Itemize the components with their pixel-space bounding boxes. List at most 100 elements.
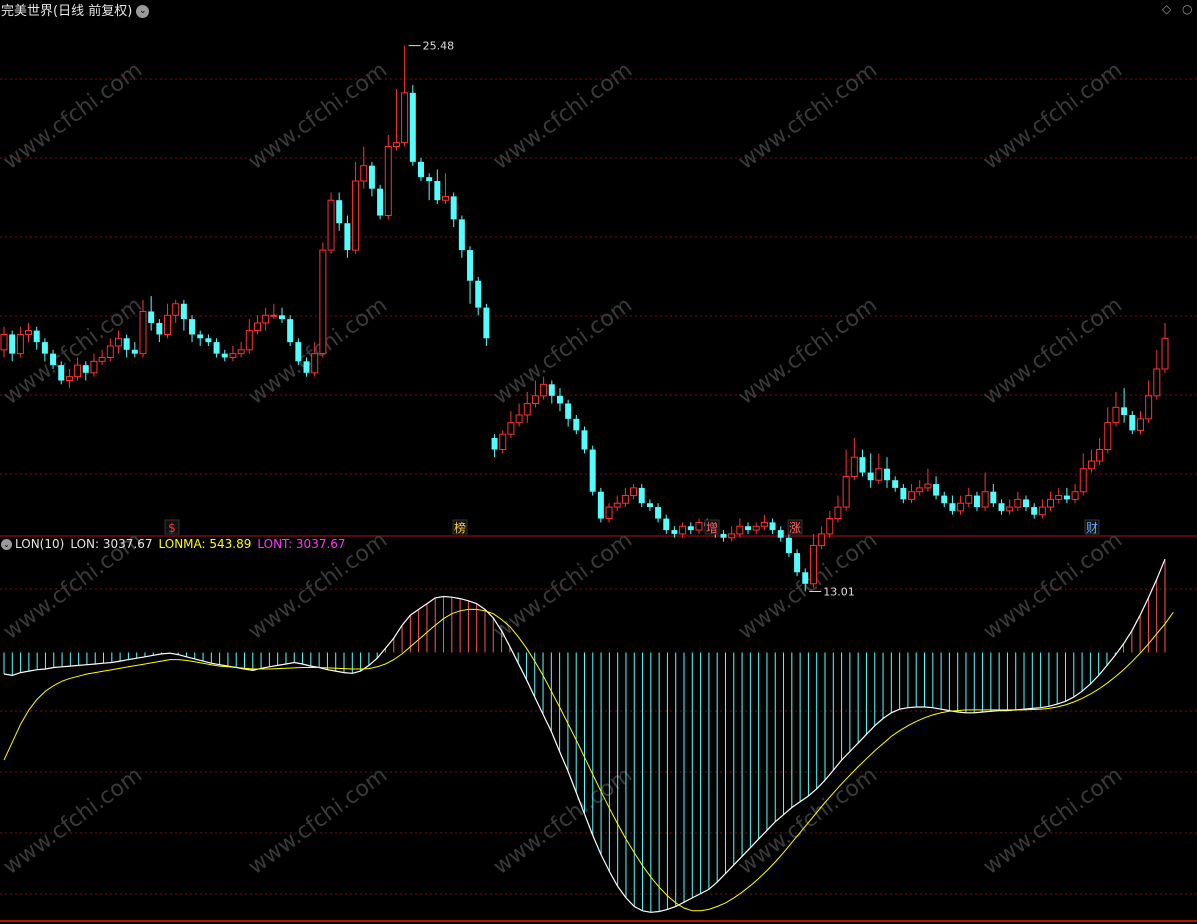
- candle-body-down: [58, 365, 65, 381]
- candle-body-up: [392, 142, 400, 148]
- candle-body-up: [908, 491, 916, 500]
- watermark-text: www.cfchi.com: [0, 763, 147, 880]
- lonma-value: LONMA: 543.89: [158, 537, 252, 551]
- candle-body-up: [1014, 498, 1022, 508]
- candle-body-down: [483, 307, 490, 339]
- candle-body-up: [253, 322, 261, 332]
- candle-body-up: [679, 525, 687, 535]
- candle-body-down: [458, 219, 465, 251]
- candle-body-up: [442, 195, 450, 201]
- candle-body-down: [278, 315, 285, 320]
- candle-body-down: [663, 518, 670, 531]
- candle-body-down: [205, 338, 212, 343]
- candle-body-up: [311, 353, 319, 374]
- marker-label: 涨: [789, 520, 801, 535]
- candle-body-down: [785, 537, 792, 554]
- candlestick-series: [0, 45, 1169, 592]
- candle-body-down: [933, 484, 940, 496]
- candle-body-up: [401, 92, 409, 144]
- candle-body-down: [589, 449, 596, 492]
- indicator-name[interactable]: LON(10): [15, 537, 64, 551]
- candle-body-up: [605, 506, 613, 520]
- watermark-text: www.cfchi.com: [489, 293, 637, 410]
- stock-chart: www.cfchi.com www.cfchi.com www.cfchi.com w…: [0, 40, 1197, 922]
- candle-body-up: [319, 249, 327, 355]
- candle-body-down: [794, 553, 801, 573]
- diamond-icon[interactable]: ◇: [1162, 2, 1171, 16]
- candle-body-down: [450, 196, 457, 220]
- candle-body-down: [41, 342, 48, 354]
- candle-body-down: [655, 507, 662, 519]
- candle-body-up: [0, 333, 8, 351]
- indicator-legend: ⌄ LON(10) LON: 3037.67 LONMA: 543.89 LONT: 3…: [1, 537, 352, 551]
- watermark-text: www.cfchi.com: [734, 293, 882, 410]
- candle-body-down: [745, 526, 752, 531]
- candle-body-up: [1096, 449, 1104, 462]
- candle-body-down: [859, 457, 866, 473]
- candle-body-down: [336, 200, 343, 224]
- candle-body-down: [213, 342, 220, 354]
- candle-body-up: [728, 533, 736, 539]
- candle-body-up: [531, 395, 539, 405]
- watermark-text: www.cfchi.com: [734, 58, 882, 175]
- candle-body-down: [123, 338, 130, 350]
- candle-body-down: [565, 403, 572, 419]
- candle-body-down: [973, 495, 980, 508]
- candle-body-up: [65, 376, 73, 381]
- candle-body-down: [638, 487, 645, 504]
- candle-body-up: [834, 506, 842, 520]
- chevron-down-icon[interactable]: ⌄: [136, 5, 150, 18]
- candle-body-down: [9, 334, 16, 354]
- watermark-text: www.cfchi.com: [244, 58, 392, 175]
- candle-body-down: [900, 487, 907, 500]
- candle-body-up: [965, 495, 973, 504]
- candle-body-down: [687, 526, 694, 531]
- marker-label: 财: [1086, 521, 1098, 535]
- candle-body-up: [924, 483, 932, 489]
- watermark-text: www.cfchi.com: [979, 763, 1127, 880]
- candle-body-down: [1063, 495, 1070, 500]
- candle-body-down: [941, 495, 948, 504]
- candle-body-down: [990, 491, 997, 504]
- candle-body-up: [1079, 468, 1087, 493]
- candle-body-up: [515, 414, 523, 424]
- candle-body-up: [1104, 422, 1112, 451]
- candle-body-down: [148, 311, 155, 323]
- marker-label: $: [168, 521, 176, 535]
- candle-body-down: [597, 491, 604, 519]
- candle-body-up: [1055, 495, 1063, 500]
- marker-label: 增: [706, 521, 718, 535]
- indicator-settings-icon[interactable]: ⌄: [1, 539, 12, 550]
- annotation-high: 25.48: [423, 40, 455, 53]
- candle-body-up: [245, 330, 253, 351]
- candle-body-up: [1153, 368, 1161, 397]
- lon-value: LON: 3037.67: [70, 537, 153, 551]
- candle-body-up: [16, 333, 24, 355]
- candle-body-down: [368, 165, 375, 189]
- watermark-text: www.cfchi.com: [244, 763, 392, 880]
- candle-body-down: [581, 430, 588, 450]
- candle-body-up: [1087, 460, 1095, 470]
- candle-body-down: [1031, 507, 1038, 515]
- candle-body-up: [139, 310, 147, 355]
- candle-body-up: [262, 314, 270, 324]
- candle-body-down: [33, 330, 40, 343]
- candle-body-up: [736, 525, 744, 535]
- candle-body-down: [573, 418, 580, 431]
- candle-body-up: [809, 544, 817, 585]
- candle-body-down: [189, 319, 196, 335]
- candle-body-up: [630, 487, 638, 497]
- candle-body-down: [417, 161, 424, 178]
- candle-body-down: [884, 468, 891, 481]
- candle-body-down: [671, 530, 678, 534]
- circle-icon[interactable]: ○: [1182, 2, 1192, 16]
- candle-body-down: [769, 522, 776, 531]
- candle-body-down: [221, 353, 228, 358]
- candle-body-down: [491, 438, 498, 450]
- chart-title[interactable]: 完美世界(日线 前复权) ⌄: [1, 0, 150, 19]
- candle-body-up: [1136, 418, 1144, 431]
- candle-body-down: [646, 503, 653, 508]
- candle-body-down: [409, 92, 416, 162]
- candle-body-up: [327, 199, 335, 251]
- candle-body-up: [1047, 498, 1055, 508]
